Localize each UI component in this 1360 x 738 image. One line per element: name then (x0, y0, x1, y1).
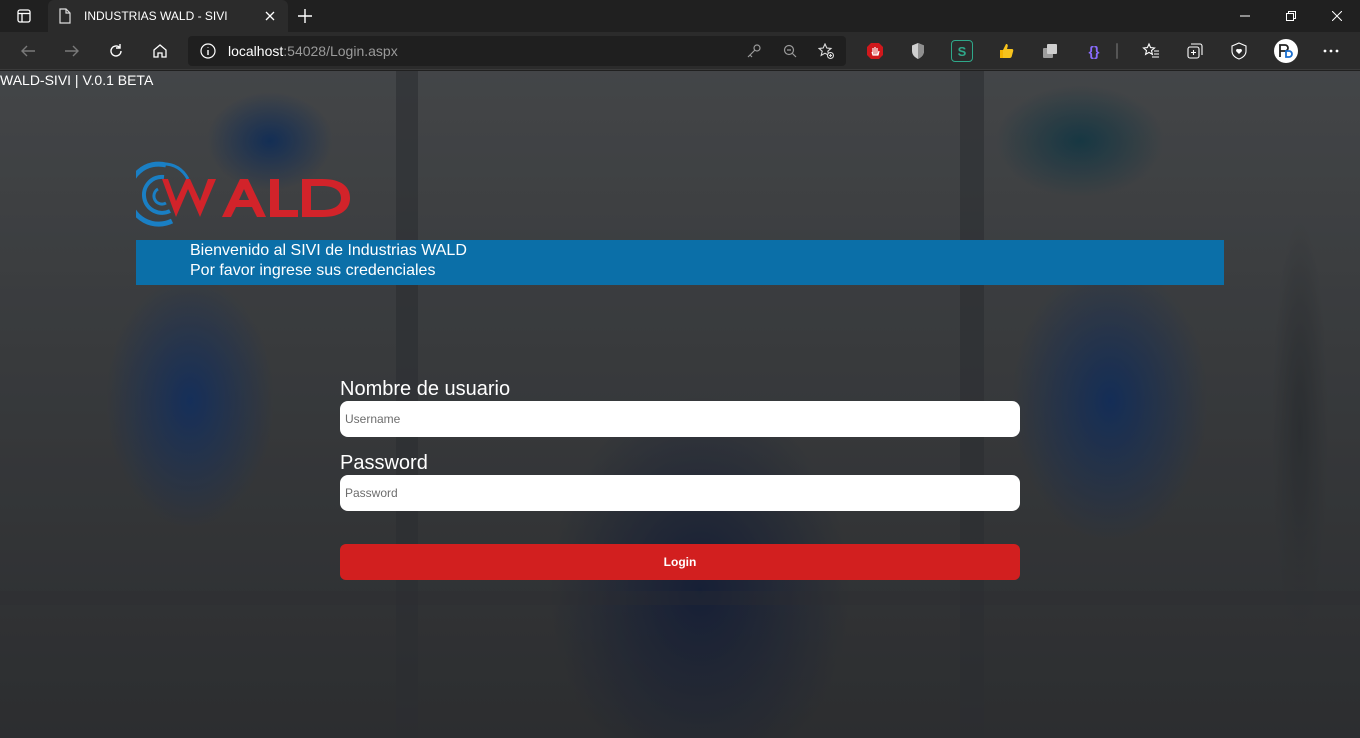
browser-toolbar: localhost:54028/Login.aspx S {} (0, 32, 1360, 70)
address-bar[interactable]: localhost:54028/Login.aspx (188, 36, 846, 66)
plus-icon (298, 9, 312, 23)
favorites-icon (1142, 42, 1159, 58)
password-label: Password (340, 452, 428, 474)
login-page: WALD-SIVI | V.0.1 BETA Bienvenido al SIV… (0, 71, 1360, 738)
minimize-icon (1240, 15, 1250, 17)
wald-logo-icon (126, 161, 350, 227)
minimize-button[interactable] (1222, 0, 1268, 32)
shield-extension-icon[interactable] (907, 40, 929, 62)
profile-icon (1279, 44, 1293, 58)
back-arrow-icon (21, 45, 35, 57)
wald-logo (126, 159, 356, 231)
url-path: :54028/Login.aspx (283, 43, 398, 59)
heart-shield-icon (1231, 42, 1247, 60)
toolbar-divider (1116, 43, 1118, 59)
page-icon (58, 8, 74, 24)
adblock-extension-icon[interactable] (864, 40, 886, 62)
close-tab-icon[interactable] (262, 8, 278, 24)
tab-title: INDUSTRIAS WALD - SIVI (84, 9, 228, 23)
username-label: Nombre de usuario (340, 378, 511, 400)
key-icon[interactable] (746, 43, 762, 59)
home-icon (153, 44, 167, 58)
welcome-line-1: Bienvenido al SIVI de Industrias WALD (190, 242, 467, 259)
welcome-line-2: Por favor ingrese sus credenciales (190, 262, 436, 279)
home-button[interactable] (144, 37, 176, 65)
collections-icon (1187, 43, 1203, 59)
welcome-banner: Bienvenido al SIVI de Industrias WALD Po… (136, 240, 1224, 285)
restore-button[interactable] (1268, 0, 1314, 32)
thumbs-up-extension-icon[interactable] (995, 40, 1017, 62)
close-icon (1332, 11, 1342, 21)
add-favorite-icon[interactable] (818, 43, 834, 59)
profile-avatar[interactable] (1274, 39, 1298, 63)
tab-actions-icon (17, 9, 31, 23)
settings-menu-button[interactable] (1320, 40, 1342, 62)
zoom-out-icon[interactable] (782, 43, 798, 59)
collections-button[interactable] (1184, 40, 1206, 62)
background-pipe (0, 591, 1360, 605)
forward-arrow-icon (65, 45, 79, 57)
favorites-button[interactable] (1140, 40, 1162, 62)
back-button[interactable] (12, 37, 44, 65)
browser-essentials-button[interactable] (1228, 40, 1250, 62)
login-button[interactable]: Login (340, 544, 1020, 580)
json-extension-icon[interactable]: {} (1083, 40, 1105, 62)
more-dots-icon (1323, 49, 1339, 53)
tab-actions-button[interactable] (0, 0, 48, 32)
refresh-icon (110, 44, 122, 57)
version-label: WALD-SIVI | V.0.1 BETA (0, 72, 154, 88)
new-tab-button[interactable] (292, 4, 318, 28)
forward-button[interactable] (56, 37, 88, 65)
restore-icon (1286, 11, 1296, 21)
password-input[interactable] (340, 475, 1020, 511)
browser-tab-bar: INDUSTRIAS WALD - SIVI (0, 0, 1360, 32)
copy-extension-icon[interactable] (1039, 40, 1061, 62)
refresh-button[interactable] (100, 37, 132, 65)
login-form: Nombre de usuario Password Login (340, 377, 1020, 580)
url-text[interactable]: localhost:54028/Login.aspx (228, 43, 398, 59)
s-extension-icon[interactable]: S (951, 40, 973, 62)
username-input[interactable] (340, 401, 1020, 437)
url-host: localhost (228, 43, 284, 59)
info-icon[interactable] (200, 43, 216, 59)
browser-tab[interactable]: INDUSTRIAS WALD - SIVI (48, 0, 288, 32)
close-window-button[interactable] (1314, 0, 1360, 32)
